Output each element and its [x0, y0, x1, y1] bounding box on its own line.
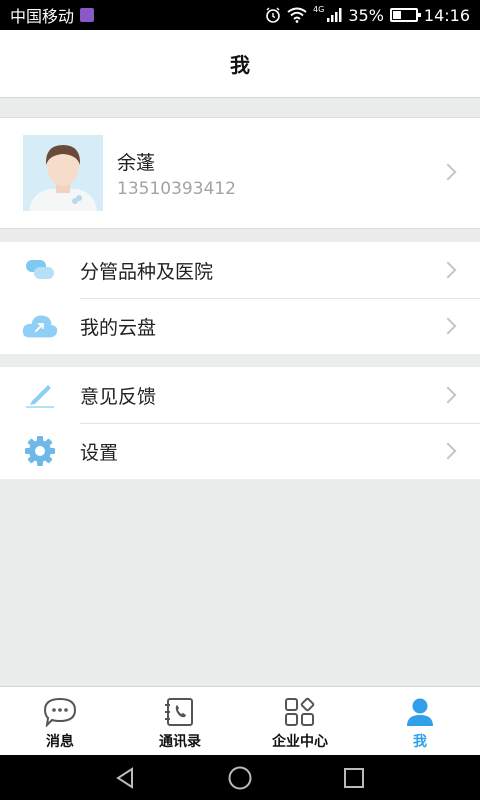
grid-icon [285, 697, 315, 726]
tab-enterprise-center[interactable]: 企业中心 [240, 687, 360, 755]
battery-icon [389, 8, 421, 22]
carrier-label: 中国移动 [10, 7, 75, 26]
profile-card[interactable]: 余蓬 13510393412 [0, 117, 480, 229]
chat-icon [43, 697, 77, 727]
page-title: 我 [230, 53, 250, 77]
menu-item-varieties-hospitals[interactable]: 分管品种及医院 [0, 242, 480, 298]
menu-group-2: 意见反馈 设置 [0, 367, 480, 479]
tab-label: 我 [413, 734, 427, 750]
tab-contacts[interactable]: 通讯录 [120, 687, 240, 755]
capsule-icon [22, 252, 58, 288]
alarm-icon [266, 7, 280, 23]
person-icon [407, 698, 433, 726]
menu-item-cloud-drive[interactable]: 我的云盘 [0, 298, 480, 354]
menu-item-label: 意见反馈 [80, 385, 157, 408]
network-type: 4G [313, 4, 325, 14]
tab-label: 消息 [46, 734, 74, 750]
avatar [23, 135, 103, 211]
back-icon[interactable] [114, 766, 138, 790]
tab-me[interactable]: 我 [360, 687, 480, 755]
chevron-right-icon [439, 317, 457, 335]
menu-item-settings[interactable]: 设置 [0, 423, 480, 479]
menu-item-label: 分管品种及医院 [80, 260, 214, 283]
clock: 14:16 [423, 5, 470, 25]
menu-item-label: 我的云盘 [80, 316, 157, 339]
recents-icon[interactable] [342, 766, 366, 790]
chevron-right-icon [439, 163, 457, 181]
bottom-tab-bar: 消息 通讯录 企业中心 我 [0, 686, 480, 755]
notification-icon [80, 8, 95, 22]
battery-fill [392, 11, 401, 19]
contacts-icon [165, 698, 193, 726]
chevron-right-icon [439, 261, 457, 279]
battery-percent: 35% [348, 5, 384, 25]
profile-name: 余蓬 [117, 151, 156, 174]
menu-group-1: 分管品种及医院 我的云盘 [0, 242, 480, 354]
tab-label: 企业中心 [272, 734, 328, 750]
status-bar: 中国移动 4G 35% 14:16 [0, 0, 480, 30]
system-nav-bar [0, 755, 480, 800]
home-icon[interactable] [227, 765, 253, 791]
gear-icon [22, 433, 58, 469]
menu-item-label: 设置 [80, 441, 119, 464]
chevron-right-icon [439, 386, 457, 404]
menu-item-feedback[interactable]: 意见反馈 [0, 367, 480, 423]
tab-label: 通讯录 [159, 734, 201, 750]
wifi-icon [287, 7, 307, 23]
page-header: 我 [0, 30, 480, 98]
profile-phone: 13510393412 [117, 178, 236, 199]
pen-icon [22, 377, 58, 413]
chevron-right-icon [439, 442, 457, 460]
cloud-icon [22, 308, 58, 344]
signal-icon [327, 8, 342, 22]
tab-messages[interactable]: 消息 [0, 687, 120, 755]
